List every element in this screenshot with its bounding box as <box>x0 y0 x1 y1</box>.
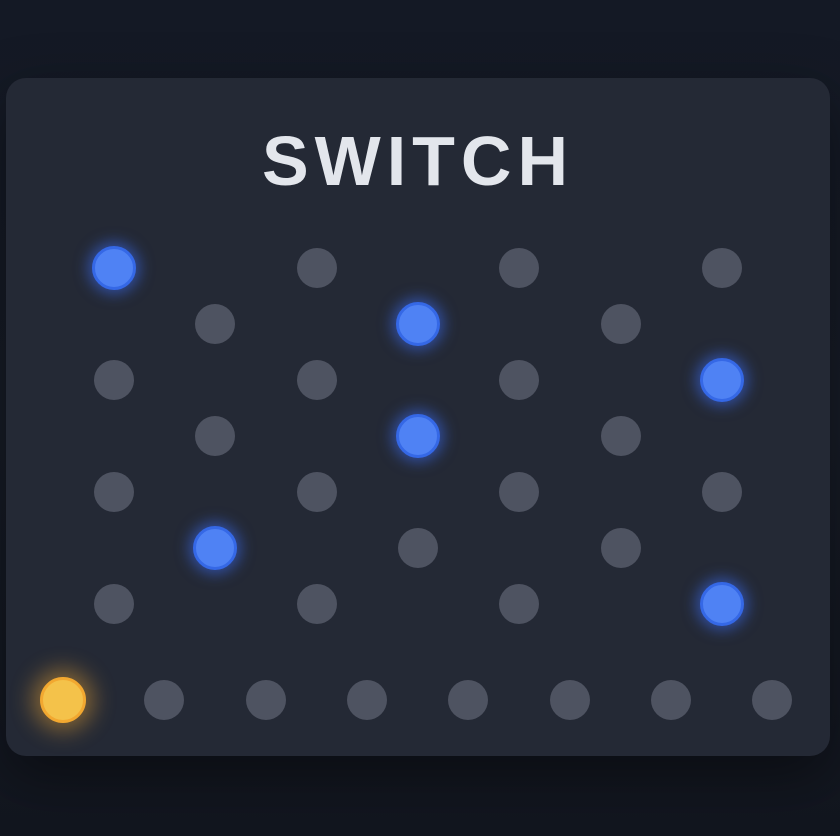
light-dot-off[interactable] <box>195 416 235 456</box>
light-dot-off[interactable] <box>94 472 134 512</box>
light-dot-on[interactable] <box>700 358 744 402</box>
light-dot-off[interactable] <box>702 472 742 512</box>
track-slot[interactable] <box>549 680 590 720</box>
light-dot-off[interactable] <box>499 360 539 400</box>
track-slot[interactable] <box>346 680 387 720</box>
light-dot-off[interactable] <box>94 360 134 400</box>
track-slot[interactable] <box>144 680 185 720</box>
light-dot-off[interactable] <box>499 472 539 512</box>
light-dot-on[interactable] <box>396 302 440 346</box>
track-slot[interactable] <box>245 680 286 720</box>
light-dot-on[interactable] <box>92 246 136 290</box>
player-marker[interactable] <box>40 677 86 723</box>
light-dot-off[interactable] <box>601 416 641 456</box>
light-dot-off[interactable] <box>297 584 337 624</box>
track-slot[interactable] <box>752 680 793 720</box>
light-dot-off[interactable] <box>499 248 539 288</box>
light-dot-off[interactable] <box>702 248 742 288</box>
game-board: SWITCH <box>6 78 830 756</box>
light-dot-off[interactable] <box>398 528 438 568</box>
light-dot-on[interactable] <box>193 526 237 570</box>
light-dot-on[interactable] <box>396 414 440 458</box>
light-dot-on[interactable] <box>700 582 744 626</box>
light-dot-off[interactable] <box>601 304 641 344</box>
light-dot-off[interactable] <box>297 248 337 288</box>
light-dot-off[interactable] <box>195 304 235 344</box>
track-slot[interactable] <box>448 680 489 720</box>
light-dot-off[interactable] <box>94 584 134 624</box>
light-dot-off[interactable] <box>499 584 539 624</box>
light-dot-off[interactable] <box>297 360 337 400</box>
light-dot-off[interactable] <box>601 528 641 568</box>
light-dot-off[interactable] <box>297 472 337 512</box>
track-slot[interactable] <box>650 680 691 720</box>
game-title: SWITCH <box>261 122 575 200</box>
